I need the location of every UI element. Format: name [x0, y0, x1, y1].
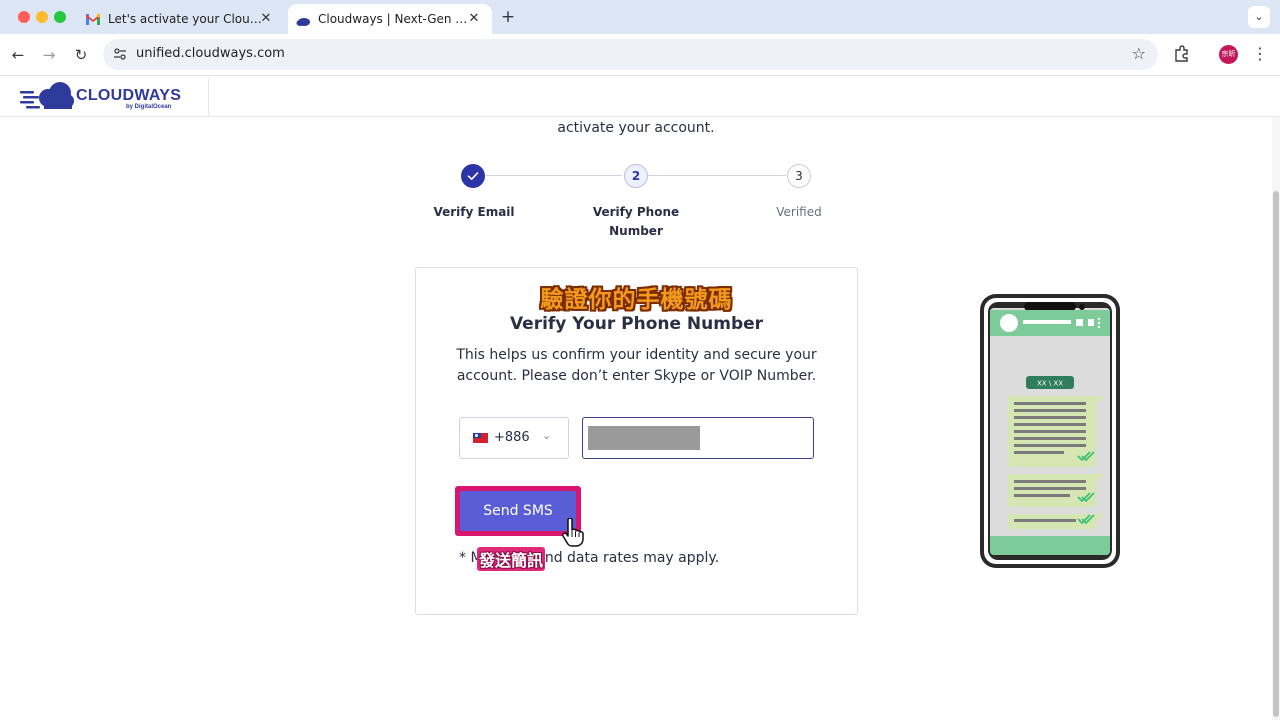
step-2-label: Verify Phone Number: [592, 205, 680, 238]
window-close-button[interactable]: [18, 11, 30, 23]
tab-title: Let's activate your Cloudways: [108, 12, 264, 26]
verify-phone-card: 驗證你的手機號碼 Verify Your Phone Number This h…: [415, 267, 858, 615]
tab-title: Cloudways | Next-Gen Cloud: [318, 12, 474, 26]
extensions-icon[interactable]: [1172, 44, 1192, 64]
send-sms-button[interactable]: Send SMS: [460, 491, 576, 531]
card-title: Verify Your Phone Number: [509, 314, 764, 334]
profile-avatar[interactable]: 宗昕: [1219, 45, 1238, 64]
new-tab-button[interactable]: +: [499, 7, 517, 27]
step-3-label: Verified: [776, 205, 822, 219]
window-zoom-button[interactable]: [54, 11, 66, 23]
tab-cloudways[interactable]: Cloudways | Next-Gen Cloud ✕: [288, 4, 492, 34]
taiwan-flag-icon: [473, 433, 488, 443]
address-bar[interactable]: unified.cloudways.com ☆: [103, 39, 1158, 70]
cloudways-icon: [296, 15, 310, 26]
card-description: This helps us confirm your identity and …: [456, 347, 817, 384]
back-button[interactable]: ←: [7, 44, 29, 66]
progress-stepper: 2 3 Verify Email Verify Phone Number Ver…: [420, 164, 852, 244]
logo-byline: by DigitalOcean: [126, 104, 172, 110]
check-icon: [467, 172, 479, 180]
step-3-indicator: 3: [787, 164, 811, 188]
forward-button[interactable]: →: [38, 44, 60, 66]
tab-close-icon[interactable]: ✕: [258, 11, 274, 27]
zh-caption-title: 驗證你的手機號碼: [540, 287, 733, 313]
chat-date-label: XX \ XX: [1037, 380, 1063, 388]
country-code-select[interactable]: +886 ⌄: [459, 417, 569, 459]
hand-cursor-icon: [562, 518, 584, 547]
redacted-phone-number: [588, 426, 700, 450]
tab-close-icon[interactable]: ✕: [466, 11, 482, 27]
reload-button[interactable]: ↻: [70, 44, 92, 66]
browser-toolbar: ← → ↻ unified.cloudways.com ☆ 宗昕 ⋮: [0, 34, 1280, 76]
url-text: unified.cloudways.com: [136, 46, 285, 61]
chevron-down-icon: ⌄: [542, 429, 552, 442]
gmail-icon: [86, 13, 100, 25]
step-1-indicator: [461, 164, 485, 188]
phone-number-input[interactable]: [582, 417, 814, 459]
scrollbar-thumb[interactable]: [1273, 191, 1279, 717]
bookmark-star-icon[interactable]: ☆: [1132, 44, 1146, 63]
zh-caption-send-sms: 發送簡訊: [477, 547, 546, 571]
step-2-indicator: 2: [624, 164, 648, 188]
site-header: CLOUDWAYS by DigitalOcean: [0, 77, 1280, 117]
step-1-label: Verify Email: [433, 205, 515, 219]
browser-menu-button[interactable]: ⋮: [1252, 44, 1268, 64]
cloudways-logo-icon: [20, 82, 74, 109]
window-minimize-button[interactable]: [36, 11, 48, 23]
tab-gmail[interactable]: Let's activate your Cloudways ✕: [78, 4, 284, 34]
step-connector: [648, 175, 786, 176]
tab-search-button[interactable]: ⌄: [1248, 6, 1270, 28]
site-info-icon[interactable]: [112, 46, 128, 62]
tab-strip: Let's activate your Cloudways ✕ Cloudway…: [0, 0, 1280, 34]
logo-wordmark: CLOUDWAYS: [76, 87, 182, 104]
step-connector: [486, 175, 622, 176]
page-scrollbar[interactable]: [1272, 117, 1280, 720]
intro-text: activate your account.: [557, 120, 715, 136]
country-dial-code: +886: [494, 430, 530, 445]
phone-chat-illustration: XX \ XX: [980, 294, 1120, 568]
cloudways-logo[interactable]: CLOUDWAYS by DigitalOcean: [0, 77, 209, 117]
